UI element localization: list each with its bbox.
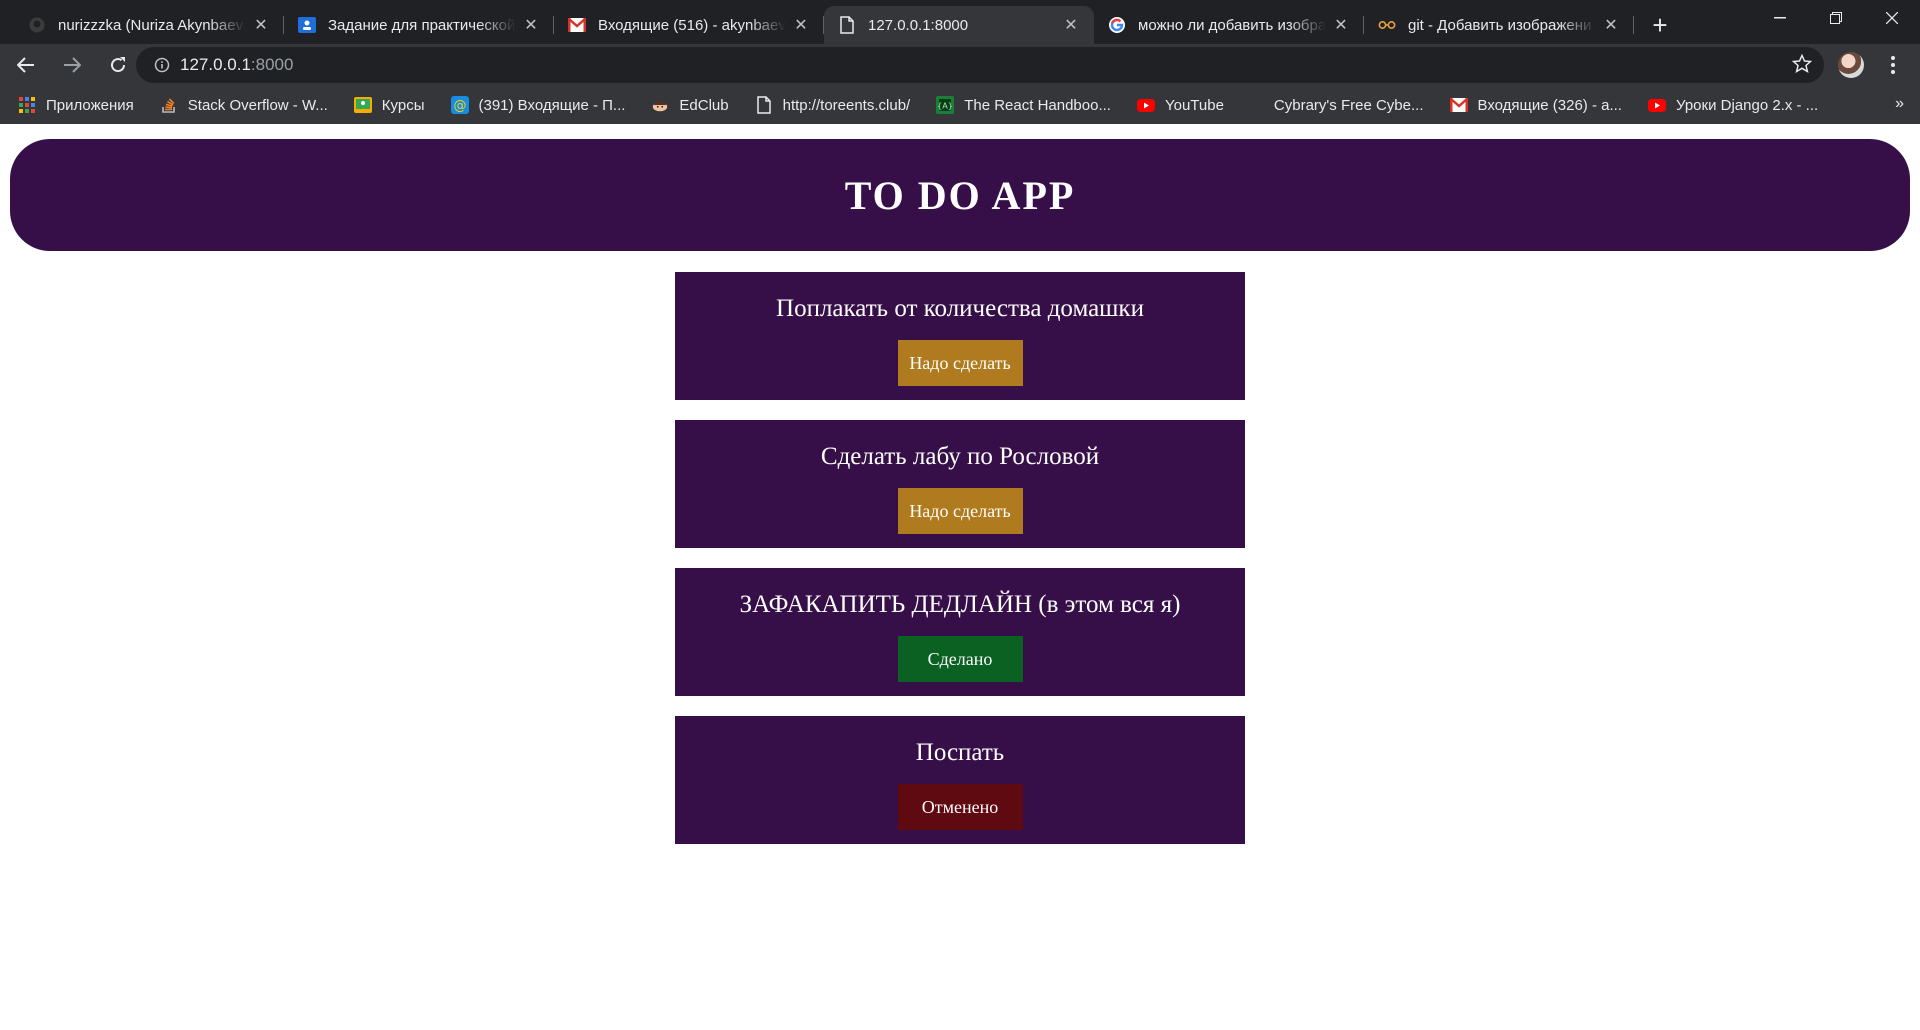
page-viewport: TO DO APP Поплакать от количества домашк… <box>0 124 1920 1030</box>
window-controls <box>1752 0 1920 36</box>
close-icon[interactable]: ✕ <box>1332 15 1350 35</box>
tab-title: 127.0.0.1:8000 <box>868 16 969 34</box>
tab-gmail[interactable]: Входящие (516) - akynbaeva ✕ <box>554 6 824 44</box>
status-button[interactable]: Надо сделать <box>897 488 1023 534</box>
svg-text:{A}: {A} <box>937 102 953 111</box>
classroom-icon <box>298 16 316 34</box>
task-card: Поплакать от количества домашки Надо сде… <box>675 272 1245 400</box>
tab-title: можно ли добавить изобра <box>1138 16 1326 34</box>
bookmark-star-icon[interactable] <box>1791 53 1813 79</box>
close-icon[interactable]: ✕ <box>792 15 810 35</box>
back-icon[interactable] <box>6 45 46 85</box>
menu-icon[interactable] <box>1880 52 1906 78</box>
close-icon[interactable]: ✕ <box>522 15 540 35</box>
bookmark-mail-inbox[interactable]: @ (391) Входящие - П... <box>450 96 626 114</box>
task-text: ЗАФАКАПИТЬ ДЕДЛАЙН (в этом вся я) <box>739 591 1181 618</box>
bookmarks-overflow-button[interactable]: » <box>1895 95 1904 113</box>
page-icon <box>838 16 856 34</box>
gmail-icon <box>1449 96 1468 114</box>
bookmark-edclub[interactable]: EdClub <box>651 96 729 114</box>
tab-list: nurizzzka (Nuriza Akynbaeva) ✕ Задание д… <box>0 6 1634 44</box>
task-text: Поспать <box>915 739 1005 766</box>
url-port: :8000 <box>250 55 294 74</box>
task-card: Поспать Отменено <box>675 716 1245 844</box>
tab-localhost[interactable]: 127.0.0.1:8000 ✕ <box>824 6 1094 44</box>
close-window-icon[interactable] <box>1864 0 1920 36</box>
status-button[interactable]: Сделано <box>897 636 1023 682</box>
bookmark-label: EdClub <box>679 96 729 114</box>
bookmark-cybrary[interactable]: Cybrary's Free Cybe... <box>1274 97 1424 114</box>
bookmark-label: Уроки Django 2.x - ... <box>1675 96 1819 114</box>
app-header: TO DO APP <box>10 139 1910 251</box>
task-text: Сделать лабу по Рословой <box>820 443 1100 470</box>
status-button[interactable]: Отменено <box>897 784 1023 830</box>
task-text: Поплакать от количества домашки <box>776 295 1144 322</box>
tab-title: Входящие (516) - akynbaeva <box>598 16 786 34</box>
edclub-icon <box>651 96 669 114</box>
stackoverflow-icon <box>160 96 178 114</box>
youtube-icon <box>1647 96 1666 114</box>
classroom-icon <box>353 96 372 114</box>
bookmark-label: Курсы <box>381 96 425 114</box>
browser-toolbar: 127.0.0.1:8000 <box>0 44 1920 86</box>
browser-tab-strip: nurizzzka (Nuriza Akynbaeva) ✕ Задание д… <box>0 0 1920 44</box>
bookmark-stackoverflow[interactable]: Stack Overflow - W... <box>160 96 328 114</box>
status-button[interactable]: Надо сделать <box>897 340 1023 386</box>
page-title: TO DO APP <box>844 172 1076 218</box>
bookmark-label: (391) Входящие - П... <box>478 96 626 114</box>
close-icon[interactable]: ✕ <box>1602 15 1620 35</box>
bookmark-react-handbook[interactable]: {A} The React Handboo... <box>936 96 1111 114</box>
minimize-icon[interactable] <box>1752 0 1808 36</box>
bookmark-label: Приложения <box>46 96 134 114</box>
tab-title: git - Добавить изображени <box>1408 16 1592 34</box>
tab-title: nurizzzka (Nuriza Akynbaeva) <box>58 16 246 34</box>
bookmark-label: http://toreents.club/ <box>782 96 911 114</box>
bookmark-courses[interactable]: Курсы <box>353 96 425 114</box>
bookmark-gmail-inbox[interactable]: Входящие (326) - a... <box>1449 96 1622 114</box>
bookmark-label: Stack Overflow - W... <box>187 96 328 114</box>
task-card: Сделать лабу по Рословой Надо сделать <box>675 420 1245 548</box>
mail-at-icon: @ <box>450 96 469 114</box>
bookmark-youtube[interactable]: YouTube <box>1136 96 1224 114</box>
close-icon[interactable]: ✕ <box>252 15 270 35</box>
react-book-icon: {A} <box>936 96 955 114</box>
apps-grid-icon <box>18 96 36 114</box>
new-tab-button[interactable]: + <box>1642 6 1678 44</box>
glasses-icon <box>1378 16 1396 34</box>
profile-avatar[interactable] <box>1838 52 1864 78</box>
bookmark-label: YouTube <box>1164 96 1224 114</box>
tab-title: Задание для практической р <box>328 16 516 34</box>
bookmarks-bar: Приложения Stack Overflow - W... Курсы @… <box>0 86 1920 124</box>
tab-git[interactable]: git - Добавить изображени ✕ <box>1364 6 1634 44</box>
bookmark-label: Cybrary's Free Cybe... <box>1273 96 1424 114</box>
bookmark-label: The React Handboo... <box>964 96 1111 114</box>
bookmark-apps[interactable]: Приложения <box>18 96 134 114</box>
tab-classroom[interactable]: Задание для практической р ✕ <box>284 6 554 44</box>
address-bar[interactable]: 127.0.0.1:8000 <box>136 47 1824 83</box>
youtube-icon <box>1136 96 1155 114</box>
bookmark-django-lessons[interactable]: Уроки Django 2.x - ... <box>1647 96 1819 114</box>
tab-github[interactable]: nurizzzka (Nuriza Akynbaeva) ✕ <box>14 6 284 44</box>
task-card: ЗАФАКАПИТЬ ДЕДЛАЙН (в этом вся я) Сделан… <box>675 568 1245 696</box>
info-icon[interactable] <box>144 57 180 73</box>
tab-google[interactable]: можно ли добавить изобра ✕ <box>1094 6 1364 44</box>
bookmark-toreents[interactable]: http://toreents.club/ <box>755 96 911 114</box>
svg-text:@: @ <box>453 99 466 114</box>
restore-icon[interactable] <box>1808 0 1864 36</box>
close-icon[interactable]: ✕ <box>1062 15 1080 35</box>
url-host: 127.0.0.1 <box>180 55 251 74</box>
google-icon <box>1108 16 1126 34</box>
forward-icon[interactable] <box>52 45 92 85</box>
github-icon <box>28 16 46 34</box>
gmail-icon <box>568 16 586 34</box>
bookmark-label: Входящие (326) - a... <box>1477 96 1622 114</box>
page-icon <box>755 96 773 114</box>
reload-icon[interactable] <box>98 45 138 85</box>
task-list: Поплакать от количества домашки Надо сде… <box>675 272 1245 864</box>
